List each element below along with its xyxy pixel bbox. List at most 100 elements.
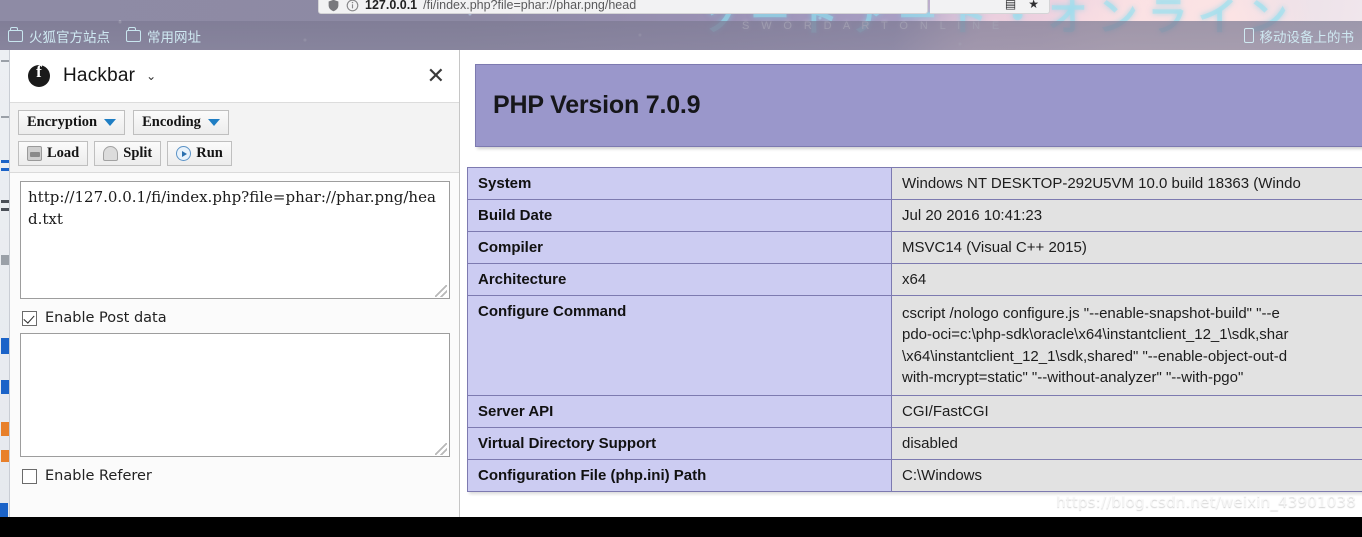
hackbar-logo-icon [28,62,50,87]
library-icon[interactable]: ▤ [1005,0,1016,11]
load-button[interactable]: Load [18,141,89,166]
strip-mark [1,422,9,436]
encryption-menu-button[interactable]: Encryption [18,110,126,135]
enable-post-data-checkbox[interactable] [22,310,37,326]
table-cell-key: Compiler [467,231,892,264]
table-cell-key: Configure Command [467,294,892,397]
folder-icon [126,26,141,42]
address-bar[interactable]: 127.0.0.1/fi/index.php?file=phar://phar.… [318,0,928,14]
table-row: Configure Command cscript /nologo config… [467,294,1362,397]
bookmark-label: 常用网址 [147,29,201,46]
url-input[interactable]: http://127.0.0.1/fi/index.php?file=phar:… [20,181,450,299]
post-data-input[interactable] [20,333,450,457]
table-cell-key: Server API [467,395,892,429]
run-button[interactable]: Run [167,141,232,166]
configure-line: with-mcrypt=static" "--without-analyzer"… [902,368,1244,386]
browser-side-strip[interactable] [0,50,10,517]
configure-line: cscript /nologo configure.js "--enable-s… [902,305,1280,322]
split-button[interactable]: Split [94,141,162,166]
enable-post-data-label: Enable Post data [45,310,167,326]
hackbar-body: http://127.0.0.1/fi/index.php?file=phar:… [10,173,459,517]
split-label: Split [123,145,153,161]
strip-mark [1,450,9,462]
post-field-wrap [20,333,450,457]
bookmark-item[interactable]: 常用网址 [126,26,201,46]
table-cell-value: C:\Windows [891,459,1362,493]
hackbar-toolbar-row-2: Load Split Run [18,141,459,166]
info-icon [346,0,359,12]
table-row: Build Date Jul 20 2016 10:41:23 [467,199,1362,232]
table-cell-value: Windows NT DESKTOP-292U5VM 10.0 build 18… [891,167,1362,200]
address-bar-actions: ▤ ★ [930,0,1050,14]
table-cell-value: CGI/FastCGI [891,395,1362,429]
strip-mark [1,208,9,211]
load-icon [27,146,42,161]
chevron-down-icon[interactable]: ⌄ [146,69,156,83]
table-cell-key: Build Date [467,199,892,232]
php-version-title: PHP Version 7.0.9 [493,91,701,119]
bookmark-item-mobile[interactable]: 移动设备上的书 [1243,21,1355,50]
strip-mark [1,160,9,163]
table-cell-key: Architecture [467,263,892,296]
folder-icon [8,26,23,42]
encoding-label: Encoding [142,114,201,130]
configure-line: pdo-oci=c:\php-sdk\oracle\x64\instantcli… [902,326,1289,344]
bookmark-item[interactable]: 火狐官方站点 [8,26,110,46]
url-field-wrap: http://127.0.0.1/fi/index.php?file=phar:… [20,181,450,299]
configure-line: \x64\instantclient_12_1\sdk,shared" "--e… [902,347,1288,365]
enable-referer-label: Enable Referer [45,468,152,484]
run-label: Run [196,145,223,161]
php-version-header: PHP Version 7.0.9 [475,64,1362,147]
table-cell-value: cscript /nologo configure.js "--enable-s… [891,294,1362,397]
chevron-down-icon [104,119,117,126]
enable-referer-row[interactable]: Enable Referer [22,468,449,484]
chevron-down-icon [207,119,220,126]
resize-grip[interactable] [435,443,447,455]
resize-grip[interactable] [435,285,447,297]
table-row: Compiler MSVC14 (Visual C++ 2015) [467,231,1362,264]
table-row: Configuration File (php.ini) Path C:\Win… [467,459,1362,493]
table-row: Virtual Directory Support disabled [467,427,1362,461]
encoding-menu-button[interactable]: Encoding [133,110,229,135]
phpinfo-table: System Windows NT DESKTOP-292U5VM 10.0 b… [467,167,1362,493]
strip-mark [1,60,9,62]
shield-icon [327,0,340,12]
strip-mark [1,380,9,394]
run-icon [176,146,192,161]
table-cell-value: MSVC14 (Visual C++ 2015) [891,231,1362,264]
bottom-black-strip [0,517,1362,537]
strip-mark [1,200,9,203]
hackbar-title: Hackbar [63,65,136,86]
table-cell-key: System [467,167,892,200]
hackbar-toolbar: Encryption Encoding Load Split Run [10,103,459,173]
strip-mark [1,338,9,354]
table-cell-key: Virtual Directory Support [467,427,892,461]
bookmark-label: 火狐官方站点 [29,29,110,46]
strip-mark [1,255,9,265]
enable-referer-checkbox[interactable] [22,468,37,484]
close-icon[interactable]: ✕ [427,65,445,87]
url-host: 127.0.0.1 [365,0,418,12]
table-cell-key: Configuration File (php.ini) Path [467,459,892,493]
bookmarks-bar: 火狐官方站点 常用网址 [0,21,1362,50]
table-cell-value: x64 [891,263,1362,296]
mobile-device-icon [1243,28,1254,43]
strip-mark [0,503,8,517]
table-cell-value: Jul 20 2016 10:41:23 [891,199,1362,232]
table-row: Server API CGI/FastCGI [467,395,1362,429]
encryption-label: Encryption [27,114,98,130]
load-label: Load [47,145,80,161]
hackbar-toolbar-row-1: Encryption Encoding [18,110,459,135]
table-cell-value: disabled [891,427,1362,461]
star-icon[interactable]: ★ [1028,0,1039,11]
screenshot-root: ソードアート・オンライン S W O R D A R T O N L I N E… [0,0,1362,537]
bookmark-label: 移动设备上的书 [1259,29,1355,46]
hackbar-panel: Hackbar ⌄ ✕ Encryption Encoding Load [10,50,460,517]
table-row: Architecture x64 [467,263,1362,296]
enable-post-data-row[interactable]: Enable Post data [22,310,449,326]
split-icon [103,146,119,161]
strip-mark [1,168,9,171]
strip-mark [1,116,9,118]
table-row: System Windows NT DESKTOP-292U5VM 10.0 b… [467,167,1362,200]
url-path: /fi/index.php?file=phar://phar.png/head [423,0,637,12]
